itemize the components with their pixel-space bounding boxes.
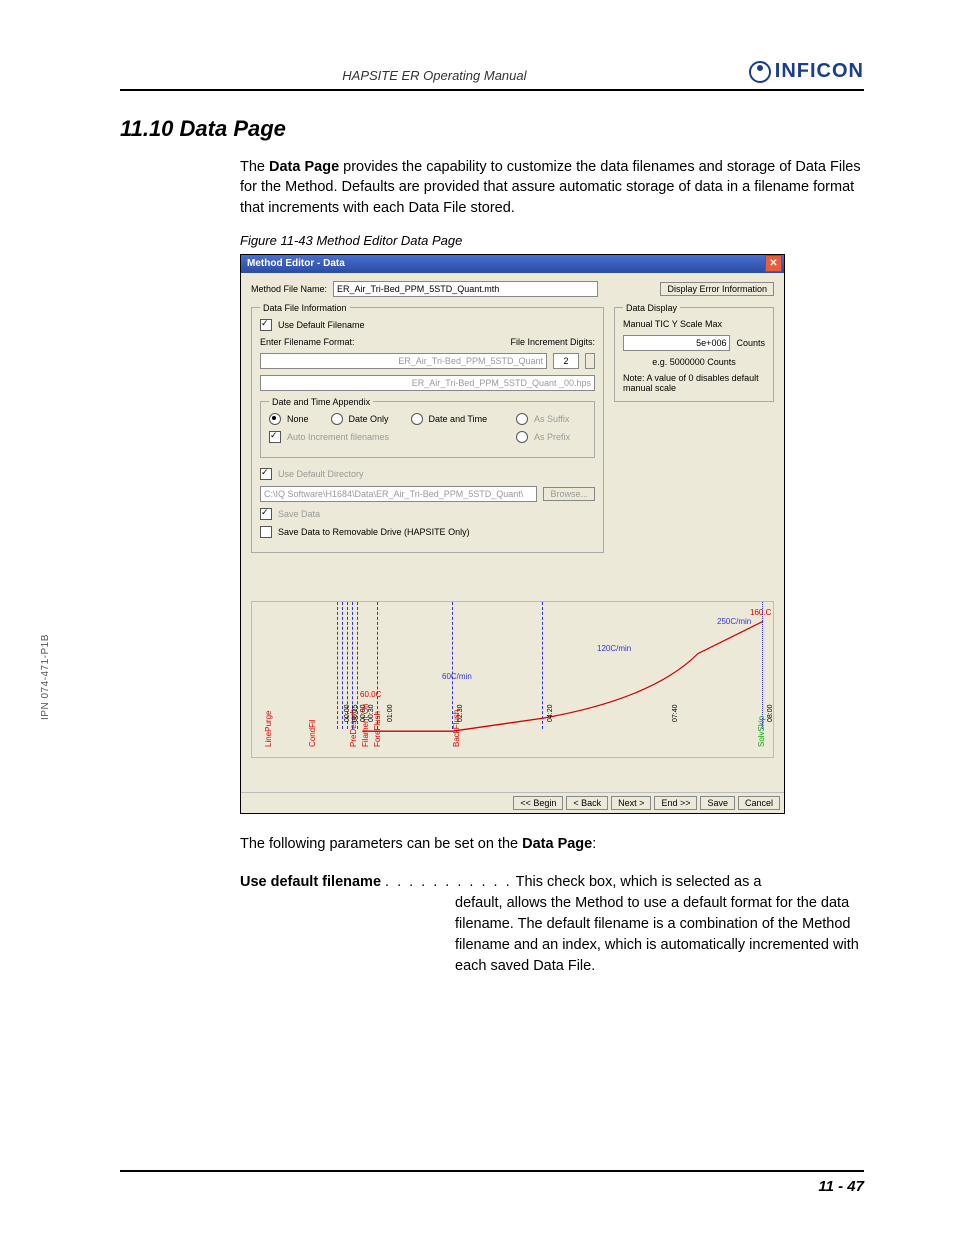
scale-note: Note: A value of 0 disables default manu… — [623, 373, 765, 393]
cancel-button[interactable]: Cancel — [738, 796, 780, 810]
method-editor-window: Method Editor - Data ✕ Method File Name:… — [240, 254, 785, 814]
begin-button[interactable]: << Begin — [513, 796, 563, 810]
param-label-use-default: Use default filename — [240, 872, 381, 893]
nav-button-row: << Begin < Back Next > End >> Save Cance… — [241, 792, 784, 813]
event-solvskip: SolvSkip — [757, 716, 766, 747]
close-icon[interactable]: ✕ — [765, 255, 782, 272]
time-0015: 00:15 — [352, 704, 359, 722]
brand-logo: INFICON — [749, 60, 864, 83]
tic-scale-input[interactable]: 5e+006 — [623, 335, 730, 351]
event-linepurge: LinePurge — [264, 710, 273, 746]
time-0740: 07:40 — [672, 704, 679, 722]
directory-input[interactable]: C:\IQ Software\H1684\Data\ER_Air_Tri-Bed… — [260, 486, 537, 502]
logo-icon — [749, 61, 771, 83]
auto-increment-label: Auto Increment filenames — [287, 432, 389, 442]
data-display-legend: Data Display — [623, 303, 680, 313]
radio-as-prefix[interactable] — [516, 431, 528, 443]
temp-60: 60.0C — [360, 690, 381, 699]
counts-example: e.g. 5000000 Counts — [623, 357, 765, 367]
manual-tic-label: Manual TIC Y Scale Max — [623, 319, 765, 329]
next-button[interactable]: Next > — [611, 796, 651, 810]
display-error-button[interactable]: Display Error Information — [660, 282, 774, 296]
figure-caption: Figure 11-43 Method Editor Data Page — [240, 233, 864, 248]
use-default-dir-checkbox[interactable] — [260, 468, 272, 480]
temp-160: 160.C — [750, 608, 771, 617]
page-footer: 11 - 47 — [120, 1170, 864, 1195]
end-button[interactable]: End >> — [654, 796, 697, 810]
filename-preview: ER_Air_Tri-Bed_PPM_5STD_Quant _00.hps — [260, 375, 595, 391]
back-button[interactable]: < Back — [566, 796, 608, 810]
auto-increment-checkbox[interactable] — [269, 431, 281, 443]
radio-as-suffix[interactable] — [516, 413, 528, 425]
outro-paragraph: The following parameters can be set on t… — [240, 834, 864, 854]
method-file-label: Method File Name: — [251, 284, 327, 294]
time-0100: 01:00 — [387, 704, 394, 722]
page-number: 11 - 47 — [818, 1178, 864, 1195]
save-button[interactable]: Save — [700, 796, 735, 810]
time-0420: 04:20 — [547, 704, 554, 722]
save-removable-checkbox[interactable] — [260, 526, 272, 538]
use-default-filename-label: Use Default Filename — [278, 320, 365, 330]
window-titlebar: Method Editor - Data ✕ — [241, 255, 784, 273]
increment-digits-input[interactable]: 2 — [553, 353, 579, 369]
date-time-group: Date and Time Appendix None Date Only Da… — [260, 397, 595, 458]
rate-60: 60C/min — [442, 672, 472, 681]
save-data-checkbox[interactable] — [260, 508, 272, 520]
method-file-input[interactable]: ER_Air_Tri-Bed_PPM_5STD_Quant.mth — [333, 281, 598, 297]
radio-none[interactable] — [269, 413, 281, 425]
data-file-info-legend: Data File Information — [260, 303, 350, 313]
timeline-chart: 60C/min 120C/min 250C/min 60.0C 160.C Li… — [251, 601, 774, 758]
manual-title: HAPSITE ER Operating Manual — [342, 68, 526, 83]
date-time-legend: Date and Time Appendix — [269, 397, 373, 407]
spinner-icon[interactable] — [585, 353, 595, 369]
param-desc-line1: This check box, which is selected as a — [516, 872, 762, 893]
param-desc-rest: default, allows the Method to use a defa… — [455, 893, 864, 977]
filename-format-input[interactable]: ER_Air_Tri-Bed_PPM_5STD_Quant — [260, 353, 547, 369]
time-0000b: 00:00 — [360, 704, 367, 722]
parameter-list: Use default filename . . . . . . . . . .… — [240, 872, 864, 977]
save-removable-label: Save Data to Removable Drive (HAPSITE On… — [278, 527, 470, 537]
event-condfil: CondFil — [308, 719, 317, 747]
rate-250: 250C/min — [717, 617, 751, 626]
rate-120: 120C/min — [597, 644, 631, 653]
filename-format-label: Enter Filename Format: — [260, 337, 355, 347]
time-0230: 02:30 — [457, 704, 464, 722]
brand-text: INFICON — [775, 60, 864, 83]
counts-label: Counts — [736, 338, 765, 348]
browse-button[interactable]: Browse... — [543, 487, 595, 501]
section-heading: 11.10 Data Page — [120, 116, 864, 142]
data-display-group: Data Display Manual TIC Y Scale Max 5e+0… — [614, 303, 774, 402]
time-0000a: 00:00 — [344, 704, 351, 722]
window-title: Method Editor - Data — [247, 258, 345, 269]
intro-paragraph: The Data Page provides the capability to… — [240, 157, 864, 218]
radio-date-time[interactable] — [411, 413, 423, 425]
save-data-label: Save Data — [278, 509, 320, 519]
time-0030: 00:30 — [368, 704, 375, 722]
param-dots: . . . . . . . . . . . — [381, 872, 516, 893]
data-file-info-group: Data File Information Use Default Filena… — [251, 303, 604, 553]
ipn-side-label: IPN 074-471-P1B — [40, 634, 51, 720]
radio-date-only[interactable] — [331, 413, 343, 425]
increment-digits-label: File Increment Digits: — [510, 337, 595, 347]
time-0800: 08:00 — [767, 704, 774, 722]
use-default-filename-checkbox[interactable] — [260, 319, 272, 331]
use-default-dir-label: Use Default Directory — [278, 469, 364, 479]
